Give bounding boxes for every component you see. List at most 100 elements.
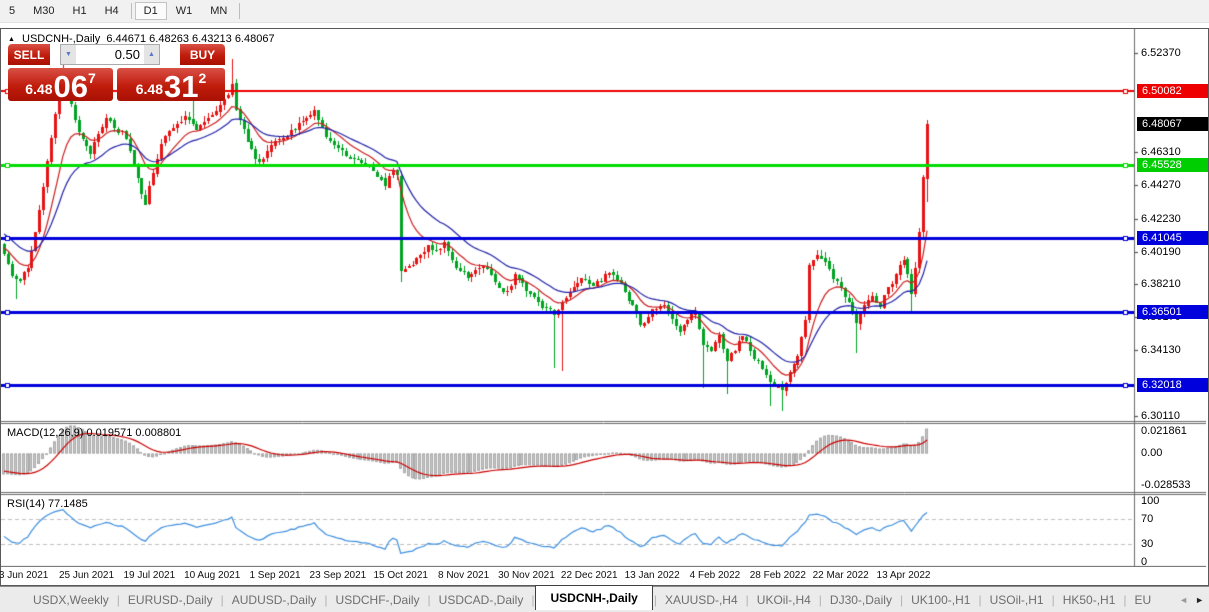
chart-tab-hk50[interactable]: HK50-,H1 bbox=[1056, 593, 1123, 607]
hline-price-label: 6.36501 bbox=[1137, 305, 1208, 319]
buy-price-sup: 2 bbox=[198, 70, 206, 86]
date-axis-label: 1 Sep 2021 bbox=[249, 570, 300, 581]
date-axis-label: 22 Dec 2021 bbox=[561, 570, 618, 581]
chart-tab-usdx[interactable]: USDX,Weekly bbox=[26, 593, 116, 607]
chart-window: ▲ USDCNH-,Daily 6.44671 6.48263 6.43213 … bbox=[0, 28, 1209, 586]
macd-name: MACD(12,26,9) bbox=[7, 427, 83, 439]
date-axis-label: 19 Jul 2021 bbox=[123, 570, 175, 581]
macd-axis-label: 0.021861 bbox=[1141, 425, 1187, 437]
date-axis-label: 10 Aug 2021 bbox=[184, 570, 240, 581]
hline-price-label: 6.45528 bbox=[1137, 158, 1208, 172]
chevron-up-icon: ▲ bbox=[148, 51, 155, 58]
timeframe-toolbar: 5M30H1H4 D1W1MN bbox=[0, 0, 1209, 23]
date-axis-label: 13 Apr 2022 bbox=[877, 570, 931, 581]
tab-separator: | bbox=[428, 593, 431, 607]
chart-tab-usdcnh[interactable]: USDCNH-,Daily bbox=[535, 585, 652, 610]
date-axis-label: 13 Jan 2022 bbox=[625, 570, 680, 581]
sell-price-button[interactable]: 6.48 06 7 bbox=[8, 68, 113, 101]
tab-separator: | bbox=[978, 593, 981, 607]
date-axis-label: 30 Nov 2021 bbox=[498, 570, 555, 581]
date-axis-label: 25 Jun 2021 bbox=[59, 570, 114, 581]
timeframe-button-h1[interactable]: H1 bbox=[64, 2, 96, 20]
one-click-trading-panel: SELL ▼ ▲ BUY 6.48 06 7 6.48 31 2 bbox=[8, 44, 225, 101]
macd-axis-label: -0.028533 bbox=[1141, 479, 1191, 491]
buy-price-big: 31 bbox=[164, 74, 198, 100]
buy-price-prefix: 6.48 bbox=[136, 81, 163, 97]
chart-tab-dj30[interactable]: DJ30-,Daily bbox=[823, 593, 899, 607]
price-axis-tick: 6.42230 bbox=[1141, 213, 1181, 225]
chart-tab-eurusd[interactable]: EURUSD-,Daily bbox=[121, 593, 220, 607]
macd-values: 0.019571 0.008801 bbox=[86, 427, 181, 439]
toolbar-separator bbox=[239, 3, 240, 19]
rsi-axis-label: 30 bbox=[1141, 538, 1153, 550]
date-axis-label: 22 Mar 2022 bbox=[813, 570, 869, 581]
hline-price-label: 6.32018 bbox=[1137, 378, 1208, 392]
tab-separator: | bbox=[324, 593, 327, 607]
chart-tab-bar: USDX,Weekly|EURUSD-,Daily|AUDUSD-,Daily|… bbox=[0, 586, 1209, 612]
toolbar-separator bbox=[131, 3, 132, 19]
macd-indicator-label: MACD(12,26,9) 0.019571 0.008801 bbox=[7, 427, 181, 439]
price-axis-tick: 6.38210 bbox=[1141, 278, 1181, 290]
price-axis-tick: 6.34130 bbox=[1141, 344, 1181, 356]
tabs-scroll-right-icon[interactable]: ► bbox=[1195, 595, 1204, 605]
chart-tab-uk100[interactable]: UK100-,H1 bbox=[904, 593, 977, 607]
volume-input[interactable] bbox=[76, 45, 144, 64]
tab-separator: | bbox=[746, 593, 749, 607]
date-axis-label: 4 Feb 2022 bbox=[690, 570, 741, 581]
collapse-arrow-icon[interactable]: ▲ bbox=[8, 36, 15, 43]
tabs-scroll-left-icon[interactable]: ◄ bbox=[1179, 595, 1188, 605]
price-chart-canvas[interactable] bbox=[1, 29, 1206, 567]
tab-separator: | bbox=[654, 593, 657, 607]
timeframe-button-h4[interactable]: H4 bbox=[96, 2, 128, 20]
chart-tab-usdchf[interactable]: USDCHF-,Daily bbox=[329, 593, 427, 607]
timeframe-button-d1[interactable]: D1 bbox=[135, 2, 167, 20]
chart-tab-audusd[interactable]: AUDUSD-,Daily bbox=[225, 593, 324, 607]
tab-separator: | bbox=[1052, 593, 1055, 607]
rsi-axis-label: 0 bbox=[1141, 556, 1147, 568]
date-axis-label: 15 Oct 2021 bbox=[373, 570, 427, 581]
volume-decrease-button[interactable]: ▼ bbox=[61, 45, 76, 64]
volume-spinner: ▼ ▲ bbox=[60, 44, 160, 65]
timeframe-button-w1[interactable]: W1 bbox=[167, 2, 202, 20]
sell-button[interactable]: SELL bbox=[8, 44, 50, 65]
tab-separator: | bbox=[1123, 593, 1126, 607]
price-axis-tick: 6.46310 bbox=[1141, 146, 1181, 158]
sell-price-sup: 7 bbox=[88, 70, 96, 86]
chart-tab-ukoil[interactable]: UKOil-,H4 bbox=[750, 593, 818, 607]
price-axis-tick: 6.52370 bbox=[1141, 47, 1181, 59]
rsi-name: RSI(14) bbox=[7, 498, 45, 510]
chart-tab-usdcad[interactable]: USDCAD-,Daily bbox=[432, 593, 531, 607]
chart-tab-eu[interactable]: EU bbox=[1128, 593, 1159, 607]
date-axis-label: 23 Sep 2021 bbox=[310, 570, 367, 581]
buy-price-button[interactable]: 6.48 31 2 bbox=[117, 68, 225, 101]
price-axis-tick: 6.30110 bbox=[1141, 410, 1180, 422]
buy-button[interactable]: BUY bbox=[180, 44, 225, 65]
tab-separator: | bbox=[117, 593, 120, 607]
sell-price-big: 06 bbox=[53, 74, 87, 100]
current-price-label: 6.48067 bbox=[1137, 117, 1208, 131]
tab-separator: | bbox=[900, 593, 903, 607]
hline-price-label: 6.41045 bbox=[1137, 231, 1208, 245]
volume-increase-button[interactable]: ▲ bbox=[144, 45, 159, 64]
rsi-axis-label: 70 bbox=[1141, 513, 1153, 525]
chevron-down-icon: ▼ bbox=[65, 51, 72, 58]
date-axis-label: 3 Jun 2021 bbox=[0, 570, 48, 581]
date-axis-label: 8 Nov 2021 bbox=[438, 570, 489, 581]
timeframe-button-5[interactable]: 5 bbox=[0, 2, 24, 20]
price-axis-tick: 6.44270 bbox=[1141, 179, 1181, 191]
timeframe-button-m30[interactable]: M30 bbox=[24, 2, 63, 20]
sell-price-prefix: 6.48 bbox=[25, 81, 52, 97]
rsi-indicator-label: RSI(14) 77.1485 bbox=[7, 498, 88, 510]
chart-tab-xauusd[interactable]: XAUUSD-,H4 bbox=[658, 593, 745, 607]
hline-price-label: 6.50082 bbox=[1137, 84, 1208, 98]
tab-separator: | bbox=[819, 593, 822, 607]
price-axis-tick: 6.40190 bbox=[1141, 246, 1181, 258]
rsi-axis-label: 100 bbox=[1141, 495, 1159, 507]
timeframe-button-mn[interactable]: MN bbox=[201, 2, 236, 20]
tab-separator: | bbox=[221, 593, 224, 607]
tab-separator: | bbox=[531, 593, 534, 607]
chart-tab-usoil[interactable]: USOil-,H1 bbox=[983, 593, 1051, 607]
date-axis-label: 28 Feb 2022 bbox=[750, 570, 806, 581]
rsi-value: 77.1485 bbox=[48, 498, 88, 510]
macd-axis-label: 0.00 bbox=[1141, 447, 1162, 459]
